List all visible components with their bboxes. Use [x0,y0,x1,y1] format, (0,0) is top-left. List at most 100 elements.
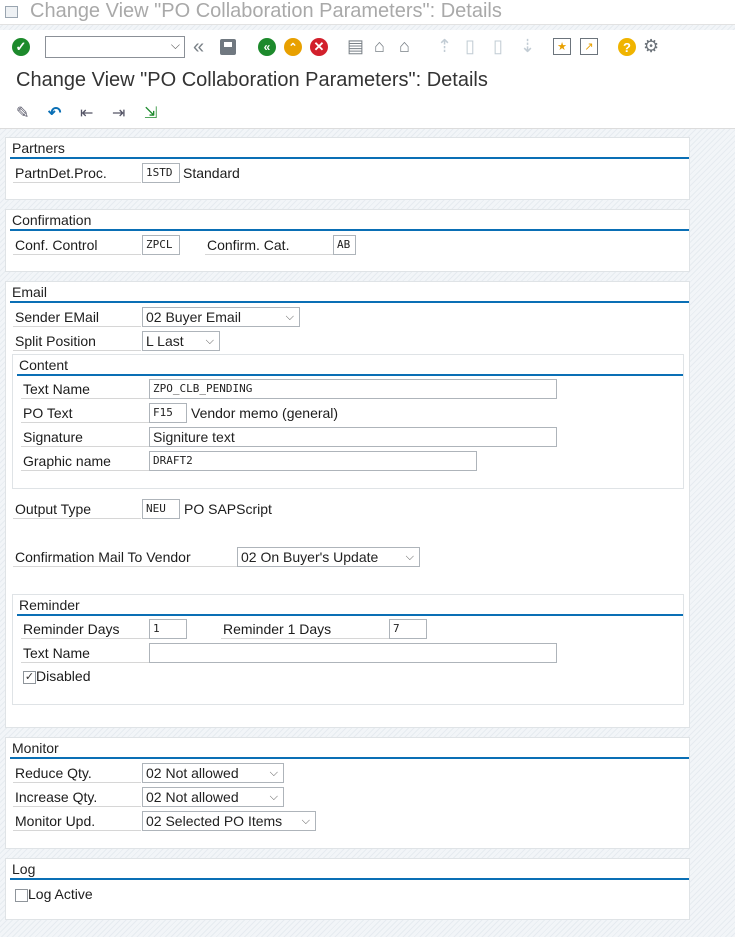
find-icon[interactable]: ⌂ [374,36,385,57]
reminder-title: Reminder [19,597,80,613]
title-bar: Change View "PO Collaboration Parameters… [0,0,735,25]
reduce-qty-label: Reduce Qty. [13,763,141,783]
monitor-group: Monitor Reduce Qty. 02 Not allowed ⌵ Inc… [5,737,690,849]
signature-input[interactable]: Signiture text [149,427,557,447]
reminder-days-label: Reminder Days [21,619,149,639]
window-menu-icon[interactable] [5,6,18,18]
monitor-upd-value: 02 Selected PO Items [146,813,283,829]
sender-email-select[interactable]: 02 Buyer Email ⌵ [142,307,300,327]
increase-qty-select[interactable]: 02 Not allowed ⌵ [142,787,284,807]
reminder-group: Reminder Reminder Days 1 Reminder 1 Days… [12,594,684,705]
partners-group: Partners PartnDet.Proc. 1STD Standard [5,137,690,200]
print-icon[interactable]: ▤ [347,36,364,57]
confirm-cat-label: Confirm. Cat. [205,235,333,255]
reminder-text-name-input[interactable] [149,643,557,663]
email-title: Email [12,284,48,300]
log-active-checkbox[interactable] [15,889,28,902]
next-page-icon[interactable]: ▯ [493,36,503,57]
split-position-label: Split Position [13,331,141,351]
disabled-label: Disabled [36,668,91,684]
next-entry-icon[interactable]: ⇥ [112,103,125,123]
shortcut-icon[interactable]: ↗ [580,38,598,55]
split-position-select[interactable]: L Last ⌵ [142,331,220,351]
chevron-down-icon[interactable]: ⌵ [206,332,214,350]
application-toolbar: ✎ ↶ ⇤ ⇥ ⇲ [0,96,735,129]
reminder-text-name-label: Text Name [21,643,149,663]
sender-email-label: Sender EMail [13,307,141,327]
first-page-icon[interactable]: ⇡ [437,36,452,57]
previous-page-icon[interactable]: ▯ [465,36,475,57]
previous-entry-icon[interactable]: ⇤ [80,103,93,123]
screen-header: Change View "PO Collaboration Parameters… [0,64,735,97]
confirmation-title: Confirmation [12,212,92,228]
graphic-name-label: Graphic name [21,451,149,471]
partndet-label: PartnDet.Proc. [13,163,141,183]
group-divider [10,301,689,303]
text-name-label: Text Name [21,379,149,399]
settings-icon[interactable]: ⚙ [643,36,659,57]
graphic-name-input[interactable]: DRAFT2 [149,451,477,471]
content-group: Content Text Name ZPO_CLB_PENDING PO Tex… [12,354,684,489]
chevron-down-icon[interactable]: ⌵ [270,788,278,806]
undo-icon[interactable]: ↶ [48,103,61,123]
email-group: Email Sender EMail 02 Buyer Email ⌵ Spli… [5,281,690,728]
signature-label: Signature [21,427,149,447]
disabled-checkbox[interactable]: ✓ [23,671,36,684]
conf-control-input[interactable]: ZPCL [142,235,180,255]
chevron-down-icon[interactable]: ⌵ [406,548,414,566]
text-name-input[interactable]: ZPO_CLB_PENDING [149,379,557,399]
sender-email-value: 02 Buyer Email [146,309,241,325]
confirm-cat-input[interactable]: AB [333,235,356,255]
group-divider [10,757,689,759]
enter-icon[interactable]: ✓ [12,38,30,56]
partndet-description: Standard [183,165,240,181]
back-double-icon[interactable]: « [193,36,204,59]
po-text-description: Vendor memo (general) [191,405,339,421]
back-icon[interactable]: « [258,38,276,56]
partndet-input[interactable]: 1STD [142,163,180,183]
output-type-description: PO SAPScript [184,501,272,517]
log-title: Log [12,861,36,877]
reduce-qty-value: 02 Not allowed [146,765,239,781]
po-text-input[interactable]: F15 [149,403,187,423]
group-divider [17,614,683,616]
reminder-days-input[interactable]: 1 [149,619,187,639]
group-divider [10,157,689,159]
log-active-label: Log Active [28,886,93,902]
monitor-upd-select[interactable]: 02 Selected PO Items ⌵ [142,811,316,831]
partners-title: Partners [12,140,65,156]
chevron-down-icon[interactable]: ⌵ [270,764,278,782]
help-icon[interactable]: ? [618,38,636,56]
split-position-value: L Last [146,333,184,349]
command-field[interactable]: ⌵ [45,36,185,58]
output-type-input[interactable]: NEU [142,499,180,519]
group-divider [10,229,689,231]
reminder-1-days-label: Reminder 1 Days [221,619,389,639]
chevron-down-icon[interactable]: ⌵ [302,812,310,830]
find-next-icon[interactable]: ⌂ [399,36,410,57]
po-text-label: PO Text [21,403,149,423]
page-title: Change View "PO Collaboration Parameters… [16,69,488,91]
monitor-title: Monitor [12,740,59,756]
last-page-icon[interactable]: ⇣ [520,36,535,57]
confirmation-group: Confirmation Conf. Control ZPCL Confirm.… [5,209,690,272]
reduce-qty-select[interactable]: 02 Not allowed ⌵ [142,763,284,783]
create-session-icon[interactable]: ★ [553,38,571,55]
group-divider [17,374,683,376]
save-icon[interactable] [220,39,236,55]
monitor-upd-label: Monitor Upd. [13,811,141,831]
increase-qty-label: Increase Qty. [13,787,141,807]
transport-icon[interactable]: ⇲ [144,103,157,123]
display-change-icon[interactable]: ✎ [16,103,29,123]
reminder-1-days-input[interactable]: 7 [389,619,427,639]
chevron-down-icon[interactable]: ⌵ [171,38,180,53]
confirmation-mail-value: 02 On Buyer's Update [241,549,379,565]
log-group: Log Log Active [5,858,690,920]
conf-control-label: Conf. Control [13,235,141,255]
confirmation-mail-select[interactable]: 02 On Buyer's Update ⌵ [237,547,420,567]
chevron-down-icon[interactable]: ⌵ [286,308,294,326]
cancel-icon[interactable]: ✕ [310,38,328,56]
exit-icon[interactable]: ⌃ [284,38,302,56]
content-title: Content [19,357,69,373]
output-type-label: Output Type [13,499,141,519]
